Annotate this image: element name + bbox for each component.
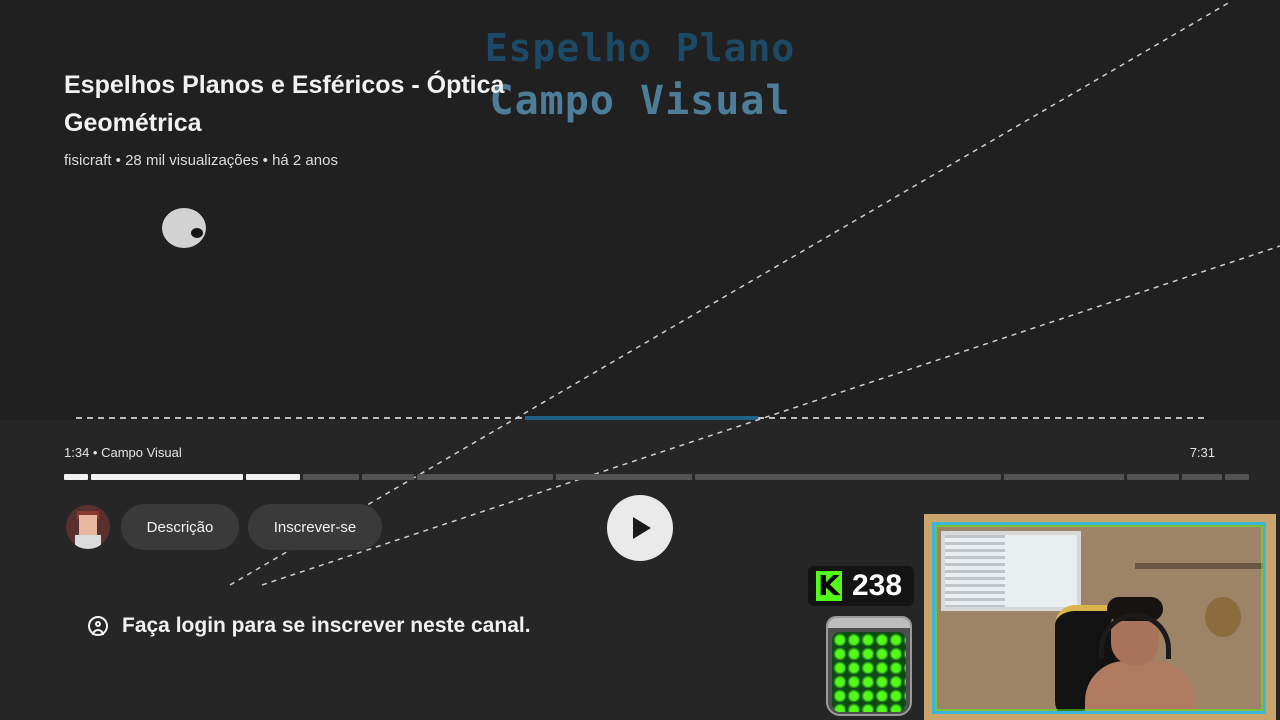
video-overlay-title-top: Espelho Plano	[484, 26, 796, 70]
progress-chapter-segment[interactable]	[303, 474, 359, 480]
progress-fill	[91, 474, 243, 480]
eye-graphic	[162, 208, 206, 248]
chapter-label: 1:34 • Campo Visual	[64, 445, 182, 460]
progress-chapter-segment[interactable]	[1127, 474, 1179, 480]
webcam-frame	[924, 514, 1276, 720]
progress-chapter-segment[interactable]	[1225, 474, 1249, 480]
account-circle-icon	[88, 616, 108, 636]
bean-jar-graphic	[826, 616, 912, 716]
progress-chapter-segment[interactable]	[362, 474, 414, 480]
video-meta: fisicraft • 28 mil visualizações • há 2 …	[64, 152, 338, 169]
progress-chapter-segment[interactable]	[417, 474, 553, 480]
progress-chapter-segment[interactable]	[64, 474, 88, 480]
progress-bar[interactable]	[64, 474, 1249, 480]
progress-chapter-segment[interactable]	[246, 474, 300, 480]
description-button[interactable]: Descrição	[121, 504, 239, 550]
progress-chapter-segment[interactable]	[556, 474, 692, 480]
avatar-body	[75, 535, 101, 549]
play-icon	[633, 517, 651, 539]
progress-fill	[64, 474, 88, 480]
duration-label: 7:31	[1189, 445, 1215, 460]
channel-avatar[interactable]	[66, 505, 110, 549]
kick-counter: K 238	[808, 566, 914, 606]
progress-chapter-segment[interactable]	[695, 474, 1001, 480]
kick-count: 238	[852, 569, 903, 602]
kick-logo-icon: K	[816, 571, 842, 601]
avatar-face	[79, 515, 97, 535]
progress-chapter-segment[interactable]	[91, 474, 243, 480]
webcam-feed	[932, 522, 1266, 714]
pupil	[191, 228, 203, 238]
progress-chapter-segment[interactable]	[1004, 474, 1124, 480]
login-prompt-text: Faça login para se inscrever neste canal…	[122, 614, 531, 637]
jar-beans	[832, 632, 906, 712]
video-title: Espelhos Planos e Esféricos - Óptica Geo…	[64, 71, 505, 137]
progress-chapter-segment[interactable]	[1182, 474, 1222, 480]
jar-lid	[828, 618, 910, 628]
play-button[interactable]	[607, 495, 673, 561]
webcam-glow-border	[935, 525, 1263, 711]
login-prompt[interactable]: Faça login para se inscrever neste canal…	[88, 614, 531, 638]
subscribe-button[interactable]: Inscrever-se	[248, 504, 382, 550]
progress-fill	[246, 474, 300, 480]
